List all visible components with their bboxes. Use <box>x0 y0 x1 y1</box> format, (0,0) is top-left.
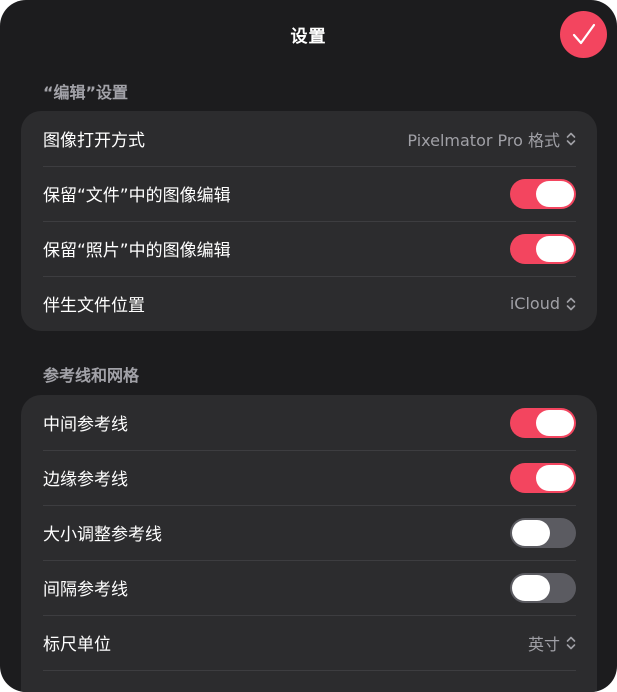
row-resize-guides: 大小调整参考线 <box>21 505 597 560</box>
section-header-editing: “编辑”设置 <box>43 83 129 102</box>
row-next-partial <box>21 670 597 692</box>
row-value: 英寸 <box>527 634 560 654</box>
row-keep-files-edits: 保留“文件”中的图像编辑 <box>21 166 597 221</box>
image-open-mode-select[interactable]: Pixelmator Pro 格式 <box>407 127 576 151</box>
row-edge-guides: 边缘参考线 <box>21 450 597 505</box>
chevron-up-down-icon <box>566 297 576 310</box>
resize-guides-toggle[interactable] <box>510 517 576 548</box>
chevron-up-down-icon <box>566 636 576 649</box>
editing-settings-group: 图像打开方式 Pixelmator Pro 格式 保留“文件”中的图像编辑 保留… <box>21 111 597 331</box>
checkmark-icon <box>572 23 595 44</box>
row-label: 标尺单位 <box>43 635 111 655</box>
row-value: iCloud <box>509 294 560 313</box>
toggle-knob <box>536 409 574 436</box>
row-label: 伴生文件位置 <box>43 296 145 316</box>
row-label: 保留“照片”中的图像编辑 <box>43 241 231 261</box>
row-label: 边缘参考线 <box>43 470 128 490</box>
keep-photos-edits-toggle[interactable] <box>510 233 576 264</box>
spacing-guides-toggle[interactable] <box>510 572 576 603</box>
row-label: 大小调整参考线 <box>43 525 162 545</box>
row-label: 保留“文件”中的图像编辑 <box>43 186 231 206</box>
row-label: 间隔参考线 <box>43 580 128 600</box>
row-label: 中间参考线 <box>43 415 128 435</box>
toggle-knob <box>512 574 550 601</box>
center-guides-toggle[interactable] <box>510 407 576 438</box>
ruler-units-select[interactable]: 英寸 <box>528 631 576 655</box>
toggle-knob <box>536 235 574 262</box>
toggle-knob <box>536 464 574 491</box>
row-image-open-mode[interactable]: 图像打开方式 Pixelmator Pro 格式 <box>21 111 597 166</box>
row-center-guides: 中间参考线 <box>21 395 597 450</box>
keep-files-edits-toggle[interactable] <box>510 178 576 209</box>
settings-sheet: 设置 “编辑”设置 图像打开方式 Pixelmator Pro 格式 保留“文件… <box>0 0 617 692</box>
row-value: Pixelmator Pro 格式 <box>407 130 560 150</box>
toggle-knob <box>512 519 550 546</box>
page-title: 设置 <box>290 27 327 47</box>
done-button[interactable] <box>560 11 607 58</box>
row-keep-photos-edits: 保留“照片”中的图像编辑 <box>21 221 597 276</box>
edge-guides-toggle[interactable] <box>510 462 576 493</box>
sidecar-location-select[interactable]: iCloud <box>510 294 576 313</box>
row-spacing-guides: 间隔参考线 <box>21 560 597 615</box>
row-ruler-units[interactable]: 标尺单位 英寸 <box>21 615 597 670</box>
toggle-knob <box>536 180 574 207</box>
row-sidecar-location[interactable]: 伴生文件位置 iCloud <box>21 276 597 331</box>
row-label: 图像打开方式 <box>43 131 145 151</box>
section-header-guides-grid: 参考线和网格 <box>43 366 140 385</box>
chevron-up-down-icon <box>566 132 576 145</box>
guides-grid-group: 中间参考线 边缘参考线 大小调整参考线 间隔参考线 标尺单位 英寸 <box>21 395 597 692</box>
